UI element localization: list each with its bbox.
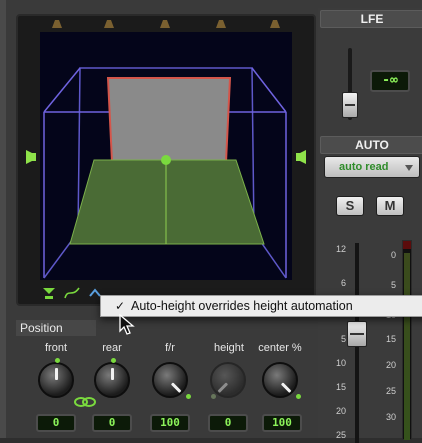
meter-scale-label: 0 (390, 250, 396, 260)
fader-scale-label: 25 (335, 430, 346, 440)
front-rear-knob[interactable] (152, 362, 191, 399)
knob-led (211, 394, 216, 399)
panner-mode-icon[interactable] (42, 286, 56, 300)
position-section-label: Position (16, 320, 96, 336)
cursor-icon (119, 314, 135, 335)
checkmark-icon: ✓ (115, 299, 126, 313)
context-menu: ✓ Auto-height overrides height automatio… (100, 295, 422, 317)
fader-scale-label: 15 (335, 382, 346, 392)
fader-scale-label: 6 (340, 278, 346, 288)
fader-scale-label: 10 (335, 358, 346, 368)
panner-canvas[interactable] (40, 32, 292, 280)
panner-grid-frame (16, 14, 316, 306)
knob-label-center: center % (258, 342, 302, 354)
volume-fader-thumb[interactable] (347, 321, 367, 347)
panner-cube[interactable] (40, 32, 292, 280)
knob-indicator (217, 382, 229, 393)
level-meter-fill (404, 253, 410, 440)
pan-position-puck[interactable] (161, 155, 171, 165)
menu-item-auto-height[interactable]: Auto-height overrides height automation (131, 296, 353, 316)
knob-led (55, 358, 60, 363)
speaker-top-icon (270, 20, 280, 28)
knob-indicator (170, 382, 182, 393)
chevron-down-icon (405, 165, 413, 171)
height-value[interactable]: 0 (208, 414, 248, 432)
speaker-top-icon (52, 20, 62, 28)
fader-scale-label: 20 (335, 406, 346, 416)
automation-mode-select[interactable]: auto read (324, 156, 420, 178)
center-percent-knob[interactable] (262, 362, 301, 399)
speaker-top-icon (216, 20, 226, 28)
knob-label-rear: rear (102, 342, 122, 354)
speaker-side-icon (296, 150, 306, 164)
front-knob[interactable] (38, 358, 74, 398)
automation-mode-value: auto read (339, 161, 389, 173)
meter-scale-label: 20 (385, 360, 396, 370)
automation-curve-icon[interactable] (64, 286, 80, 300)
speaker-top-icon (104, 20, 114, 28)
floor-plane (69, 159, 265, 245)
rear-plane (106, 77, 232, 163)
front-rear-value[interactable]: 100 (150, 414, 190, 432)
knob-label-front: front (44, 342, 67, 354)
knob-label-fr: f/r (165, 342, 175, 354)
meter-scale-label: 5 (390, 280, 396, 290)
knob-indicator (280, 382, 292, 393)
knob-label-height: height (214, 342, 244, 354)
solo-button[interactable]: S (336, 196, 364, 216)
speaker-side-icon (26, 150, 36, 164)
knob-indicator (111, 368, 114, 380)
fader-scale-label: 12 (335, 244, 346, 254)
surround-panner-window: LFE -∞ AUTO auto read S M 12 6 5 10 15 2… (0, 0, 422, 443)
knob-led (111, 358, 116, 363)
meter-scale-label: 30 (385, 412, 396, 422)
link-icon[interactable] (74, 396, 96, 408)
knob-led (186, 394, 191, 399)
lfe-value-display: -∞ (370, 70, 410, 92)
rear-value[interactable]: 0 (92, 414, 132, 432)
meter-scale-label: 15 (385, 334, 396, 344)
rear-knob[interactable] (94, 358, 130, 398)
fader-scale-label: 5 (340, 334, 346, 344)
clip-indicator[interactable] (403, 241, 411, 249)
mute-button[interactable]: M (376, 196, 404, 216)
speaker-top-icon (160, 20, 170, 28)
center-percent-value[interactable]: 100 (262, 414, 302, 432)
right-column: LFE -∞ AUTO auto read S M 12 6 5 10 15 2… (318, 8, 422, 443)
lfe-header: LFE (320, 10, 422, 28)
height-knob[interactable] (210, 362, 246, 399)
lfe-slider-thumb[interactable] (342, 92, 358, 118)
knob-led (296, 394, 301, 399)
auto-header: AUTO (320, 136, 422, 154)
front-value[interactable]: 0 (36, 414, 76, 432)
meter-scale-label: 25 (385, 386, 396, 396)
knob-indicator (55, 368, 58, 380)
